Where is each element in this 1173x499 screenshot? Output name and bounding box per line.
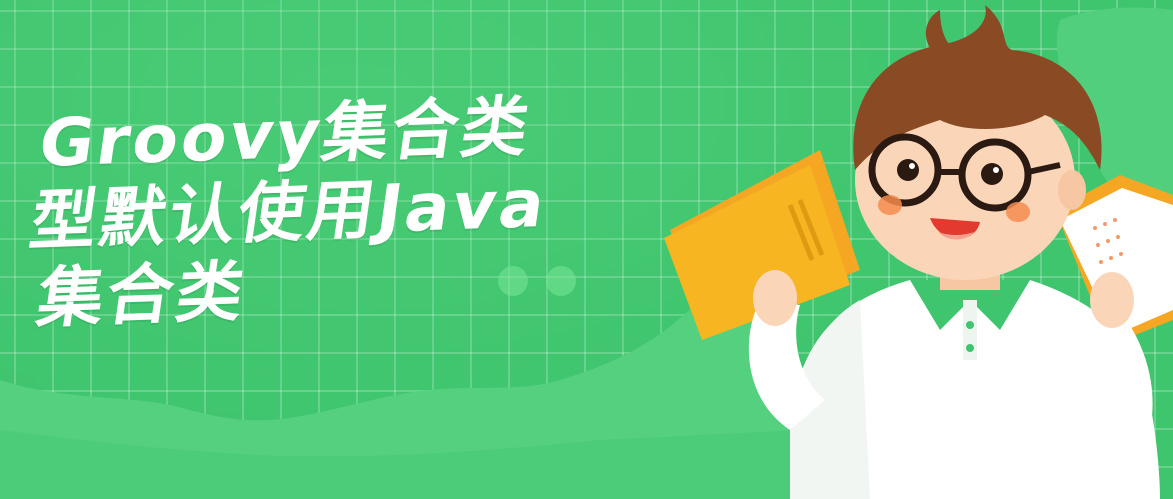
boy-body: [748, 270, 1160, 499]
banner: Groovy集合类 型默认使用Java 集合类: [0, 0, 1173, 499]
boy-head: [853, 5, 1102, 280]
banner-title: Groovy集合类 型默认使用Java 集合类: [10, 87, 564, 339]
boy-character-illustration: [664, 5, 1173, 499]
